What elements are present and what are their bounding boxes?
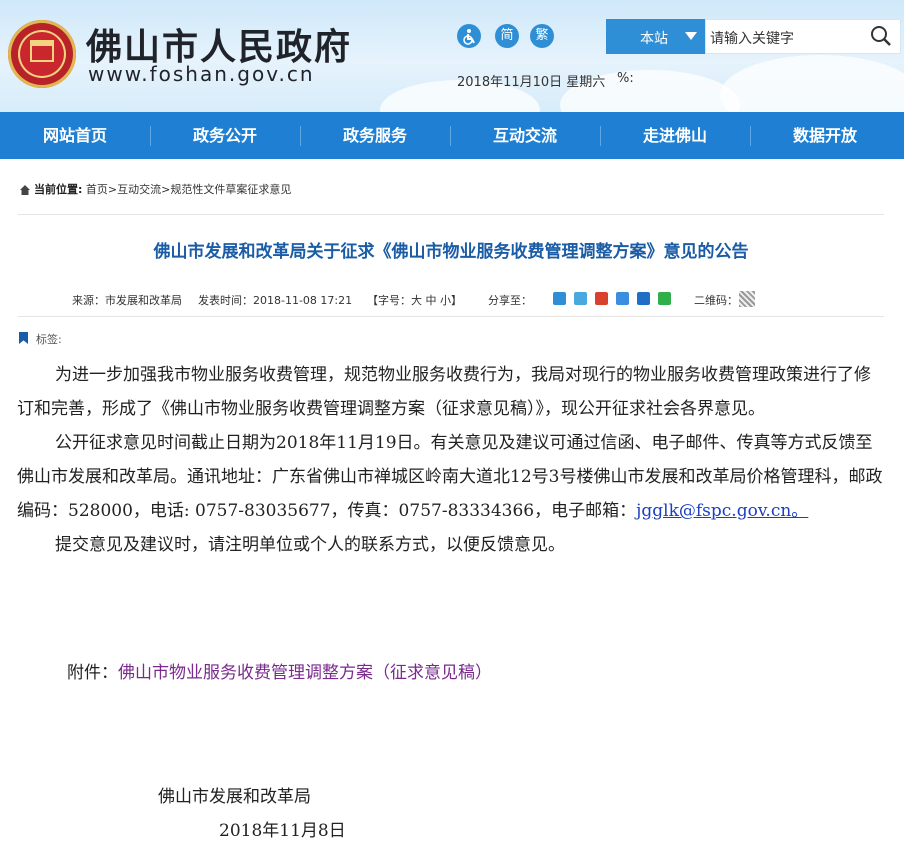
site-header: 佛山市人民政府 www.foshan.gov.cn 简 繁 2018年11月10… xyxy=(0,0,904,112)
share-wechat-icon[interactable] xyxy=(658,292,671,305)
nav-item-open-data[interactable]: 数据开放 xyxy=(750,112,900,159)
paragraph: 为进一步加强我市物业服务收费管理，规范物业服务收费行为，我局对现行的物业服务收费… xyxy=(17,365,871,419)
qrcode-label: 二维码： xyxy=(694,294,738,307)
email-link[interactable]: jgglk@fspc.gov.cn。 xyxy=(636,501,808,521)
attachment-label: 附件： xyxy=(67,663,118,683)
share-qzone-icon[interactable] xyxy=(574,292,587,305)
signer: 佛山市发展和改革局 xyxy=(158,787,311,807)
chevron-down-icon xyxy=(685,32,697,40)
nav-item-about-foshan[interactable]: 走进佛山 xyxy=(600,112,750,159)
bookmark-icon xyxy=(19,332,28,344)
simplified-chinese-button[interactable]: 简 xyxy=(495,24,519,48)
share-qq-icon[interactable] xyxy=(616,292,629,305)
breadcrumb-path[interactable]: 首页>互动交流>规范性文件草案征求意见 xyxy=(86,183,291,196)
nav-item-government-affairs[interactable]: 政务公开 xyxy=(150,112,300,159)
traditional-chinese-button[interactable]: 繁 xyxy=(530,24,554,48)
breadcrumb: 当前位置: 首页>互动交流>规范性文件草案征求意见 xyxy=(34,181,291,197)
search-scope-label: 本站 xyxy=(640,31,668,47)
article-title: 佛山市发展和改革局关于征求《佛山市物业服务收费管理调整方案》意见的公告 xyxy=(153,242,749,262)
sign-date: 2018年11月8日 xyxy=(219,821,346,841)
search-icon[interactable] xyxy=(870,25,892,47)
share-label: 分享至： xyxy=(488,294,532,307)
article-source: 来源：市发展和改革局 xyxy=(72,294,182,307)
cloud-decoration xyxy=(720,55,904,112)
attachment: 附件：佛山市物业服务收费管理调整方案（征求意见稿） xyxy=(67,658,492,683)
font-size-selector[interactable]: 【字号：大 中 小】 xyxy=(367,292,462,308)
nav-item-services[interactable]: 政务服务 xyxy=(300,112,450,159)
home-icon xyxy=(19,181,31,195)
share-weibo-icon[interactable] xyxy=(595,292,608,305)
paragraph: 提交意见及建议时，请注明单位或个人的联系方式，以便反馈意见。 xyxy=(55,535,565,555)
attachment-link[interactable]: 佛山市物业服务收费管理调整方案（征求意见稿） xyxy=(118,663,492,683)
share-renren-icon[interactable] xyxy=(637,292,650,305)
breadcrumb-label: 当前位置: xyxy=(34,183,83,196)
article-body: 为进一步加强我市物业服务收费管理，规范物业服务收费行为，我局对现行的物业服务收费… xyxy=(17,358,885,562)
site-url: www.foshan.gov.cn xyxy=(88,62,315,86)
article-header: 佛山市发展和改革局关于征求《佛山市物业服务收费管理调整方案》意见的公告 来源：市… xyxy=(18,214,884,317)
tag-label: 标签: xyxy=(36,333,62,346)
article-publish-time: 发表时间：2018-11-08 17:21 xyxy=(198,294,353,307)
paragraph: 公开征求意见时间截止日期为2018年11月19日。有关意见及建议可通过信函、电子… xyxy=(17,426,885,528)
nav-item-home[interactable]: 网站首页 xyxy=(0,112,150,159)
search-scope-select[interactable]: 本站 xyxy=(606,19,705,54)
city-emblem-logo[interactable] xyxy=(8,20,76,88)
wheelchair-icon[interactable] xyxy=(457,24,481,48)
qrcode-icon[interactable] xyxy=(739,291,755,307)
current-date: 2018年11月10日 星期六 xyxy=(457,75,606,90)
share-plus-icon[interactable] xyxy=(553,292,566,305)
main-nav: 网站首页 政务公开 政务服务 互动交流 走进佛山 数据开放 xyxy=(0,112,904,159)
nav-item-interaction[interactable]: 互动交流 xyxy=(450,112,600,159)
weather-info: %: xyxy=(617,71,634,86)
